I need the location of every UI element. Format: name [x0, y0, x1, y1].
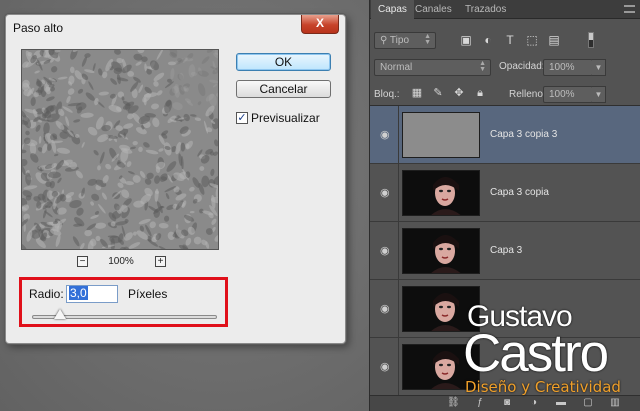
preview-label[interactable]: Previsualizar: [251, 111, 320, 125]
panel-tabbar: Capas Canales Trazados: [370, 0, 640, 19]
radius-unit: Píxeles: [128, 287, 168, 301]
eye-icon[interactable]: ◉: [380, 246, 391, 257]
radius-input[interactable]: 3,0: [66, 285, 118, 303]
layer-name: Capa 3 copia: [490, 187, 549, 198]
blend-mode-value: Normal: [380, 62, 413, 73]
chevron-down-icon[interactable]: ▼: [592, 86, 606, 103]
updown-arrows-icon: ▲ ▼: [424, 33, 431, 46]
close-button[interactable]: X: [301, 15, 339, 34]
opacity-input[interactable]: 100%: [543, 59, 593, 76]
layer-thumbnail: [402, 170, 480, 216]
search-icon: ⚲: [380, 35, 390, 46]
layer-separator: [398, 222, 399, 280]
filter-kind: Tipo: [389, 35, 410, 46]
tab-paths[interactable]: Trazados: [458, 0, 513, 19]
filter-preview[interactable]: [21, 49, 219, 250]
link-icon[interactable]: ⛓: [447, 397, 460, 409]
author-watermark: Gustavo Castro Diseño y Creatividad: [459, 300, 640, 411]
dialog-title: Paso alto: [13, 21, 64, 35]
preview-image: [22, 50, 218, 249]
updown-arrows-icon: ▲ ▼: [479, 60, 486, 73]
radius-group: Radio: 3,0 Píxeles: [19, 277, 228, 327]
cancel-button[interactable]: Cancelar: [236, 80, 331, 98]
lock-transparent-pixels-icon[interactable]: ▦: [410, 86, 424, 100]
fill-label: Relleno:: [509, 89, 546, 100]
eye-icon[interactable]: ◉: [380, 304, 391, 315]
layer-row[interactable]: ◉ Capa 3: [370, 222, 640, 280]
watermark-last-name: Castro: [463, 324, 609, 383]
adjustment-filter-icon[interactable]: ◐: [481, 33, 495, 47]
radius-label: Radio:: [29, 287, 64, 301]
chevron-down-icon[interactable]: ▼: [592, 59, 606, 76]
text-filter-icon[interactable]: T: [503, 33, 517, 47]
lock-position-icon[interactable]: ✥: [452, 86, 466, 100]
eye-icon[interactable]: ◉: [380, 130, 391, 141]
panel-menu-icon[interactable]: [624, 5, 635, 13]
eye-icon[interactable]: ◉: [380, 362, 391, 373]
layer-separator: [398, 338, 399, 396]
layer-separator: [398, 280, 399, 338]
blend-mode-select[interactable]: Normal ▲ ▼: [374, 59, 491, 76]
layer-row[interactable]: ◉ Capa 3 copia 3: [370, 106, 640, 164]
fill-input[interactable]: 100%: [543, 86, 593, 103]
layer-separator: [398, 164, 399, 222]
filter-toggle-switch[interactable]: [588, 32, 594, 48]
watermark-tagline: Diseño y Creatividad: [465, 378, 621, 396]
layer-separator: [398, 106, 399, 164]
radius-slider-thumb[interactable]: [54, 309, 66, 319]
tab-channels[interactable]: Canales: [408, 0, 459, 19]
zoom-out-button[interactable]: −: [77, 256, 88, 267]
layer-row[interactable]: ◉ Capa 3 copia: [370, 164, 640, 222]
lock-all-icon[interactable]: 🔒︎: [473, 86, 487, 100]
zoom-in-button[interactable]: +: [155, 256, 166, 267]
radius-value: 3,0: [69, 286, 88, 300]
eye-icon[interactable]: ◉: [380, 188, 391, 199]
lock-label: Bloq.:: [374, 89, 400, 100]
preview-checkbox[interactable]: ✓: [236, 112, 248, 124]
zoom-level: 100%: [108, 256, 134, 267]
ok-button[interactable]: OK: [236, 53, 331, 71]
high-pass-dialog: Paso alto X − 100% + Radio: 3,0 Píxeles …: [5, 14, 346, 344]
layer-filter-select[interactable]: ⚲ Tipo ▲ ▼: [374, 32, 436, 49]
lock-image-pixels-icon[interactable]: ✎: [431, 86, 445, 100]
image-filter-icon[interactable]: ▣: [459, 33, 473, 47]
layer-name: Capa 3 copia 3: [490, 129, 558, 140]
shape-filter-icon[interactable]: ⬚: [525, 33, 539, 47]
layer-thumbnail: [402, 112, 480, 158]
smart-object-filter-icon[interactable]: ▤: [547, 33, 561, 47]
layer-thumbnail: [402, 228, 480, 274]
opacity-label: Opacidad:: [499, 61, 545, 72]
layer-name: Capa 3: [490, 245, 523, 256]
